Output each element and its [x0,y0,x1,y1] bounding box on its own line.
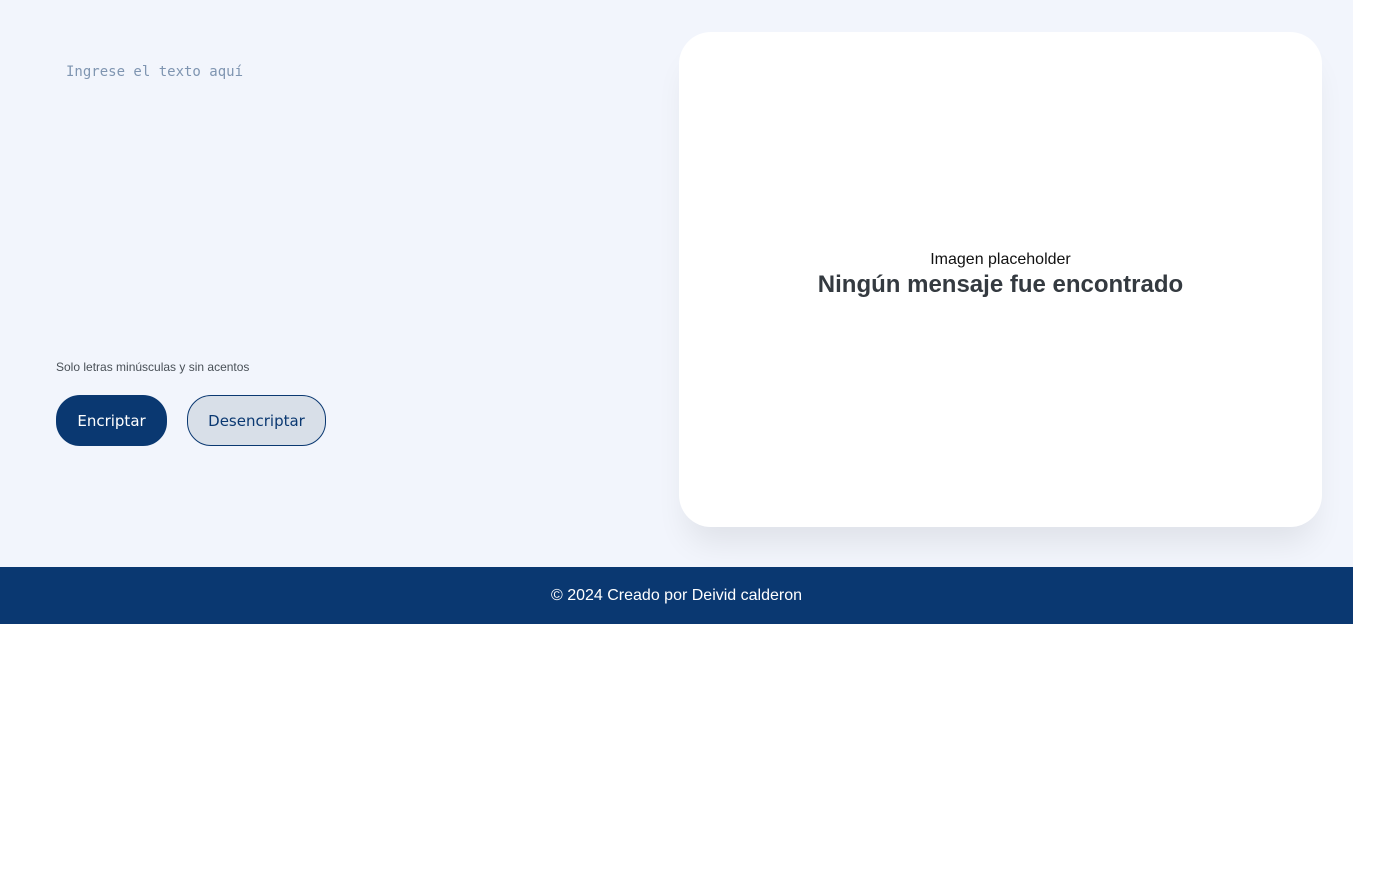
encrypt-button[interactable]: Encriptar [56,395,167,446]
action-buttons: Encriptar Desencriptar [56,395,326,446]
image-placeholder: Imagen placeholder [930,250,1071,268]
empty-message-title: Ningún mensaje fue encontrado [817,270,1184,298]
main-section: Solo letras minúsculas y sin acentos Enc… [0,0,1353,567]
footer: © 2024 Creado por Deivid calderon [0,567,1353,624]
text-input[interactable] [56,52,616,332]
hint-text: Solo letras minúsculas y sin acentos [56,360,250,374]
output-panel: Imagen placeholder Ningún mensaje fue en… [679,32,1322,527]
input-hint: Solo letras minúsculas y sin acentos [56,360,249,374]
footer-text: © 2024 Creado por Deivid calderon [550,586,803,604]
decrypt-button[interactable]: Desencriptar [187,395,326,446]
